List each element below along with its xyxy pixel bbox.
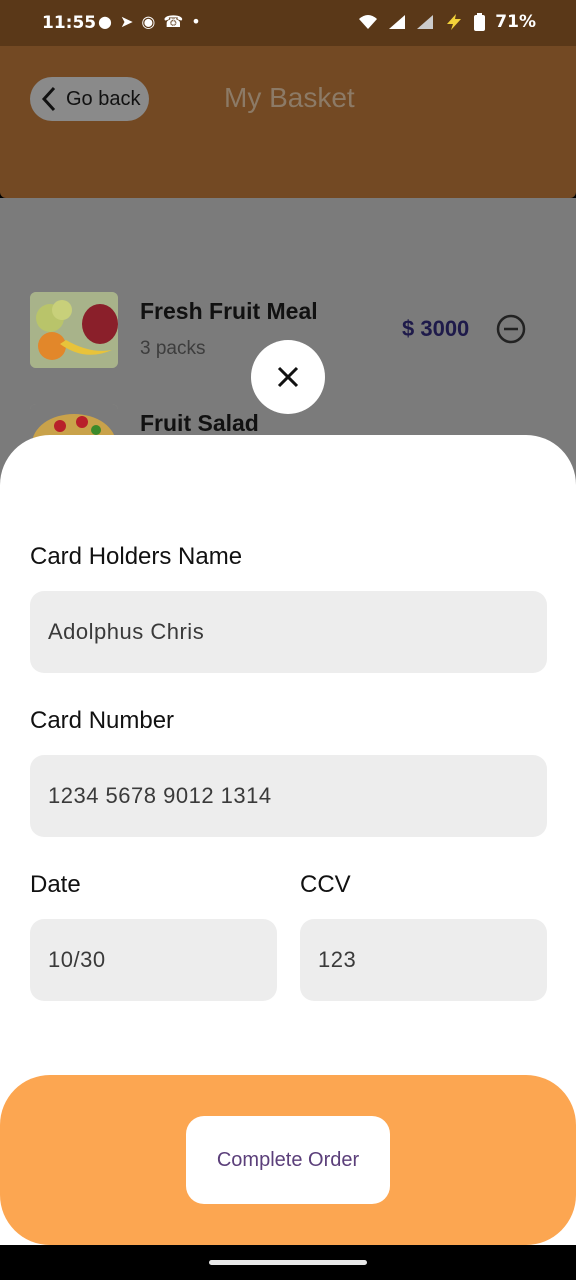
card-holder-label: Card Holders Name: [30, 543, 243, 570]
date-label: Date: [30, 871, 81, 898]
discord-icon: ◉: [141, 12, 164, 31]
ccv-input[interactable]: [300, 919, 547, 1001]
item-price: $ 3000: [402, 316, 470, 341]
notification-icons: ●➤◉☎•: [98, 12, 209, 31]
card-number-label: Card Number: [30, 707, 175, 734]
status-time: 11:55: [42, 13, 97, 33]
complete-order-button[interactable]: Complete Order: [186, 1116, 390, 1204]
wifi-icon: [359, 15, 378, 29]
app-header: Go back My Basket: [0, 46, 576, 198]
card-holder-input[interactable]: [30, 591, 547, 673]
status-bar: 11:55 ●➤◉☎• 71%: [0, 0, 576, 46]
close-button[interactable]: [251, 340, 325, 414]
signal-icon: [389, 15, 406, 29]
remove-circle-icon[interactable]: [496, 314, 526, 344]
dot-icon: •: [191, 12, 209, 31]
battery-icon: [474, 13, 486, 31]
missed-call-icon: ☎: [163, 12, 192, 31]
date-input[interactable]: [30, 919, 277, 1001]
close-icon: [277, 366, 299, 388]
fruit-meal-image: [30, 292, 118, 368]
chevron-left-icon: [41, 86, 56, 112]
footer: Complete Order: [0, 1075, 576, 1245]
charging-icon: [447, 14, 462, 30]
card-number-input[interactable]: [30, 755, 547, 837]
telegram-icon: ➤: [119, 12, 142, 31]
ccv-label: CCV: [300, 871, 351, 898]
go-back-label: Go back: [66, 87, 141, 110]
item-name: Fruit Salad: [140, 410, 259, 436]
go-back-button[interactable]: Go back: [30, 77, 149, 121]
battery-percent: 71%: [495, 12, 536, 32]
message-icon: ●: [98, 12, 120, 31]
item-quantity: 3 packs: [140, 338, 206, 359]
item-name: Fresh Fruit Meal: [140, 298, 318, 324]
signal-icon: [417, 15, 434, 29]
system-icons: 71%: [358, 12, 536, 32]
page-title: My Basket: [224, 82, 355, 113]
home-indicator[interactable]: [209, 1260, 367, 1265]
navigation-bar: [0, 1245, 576, 1280]
